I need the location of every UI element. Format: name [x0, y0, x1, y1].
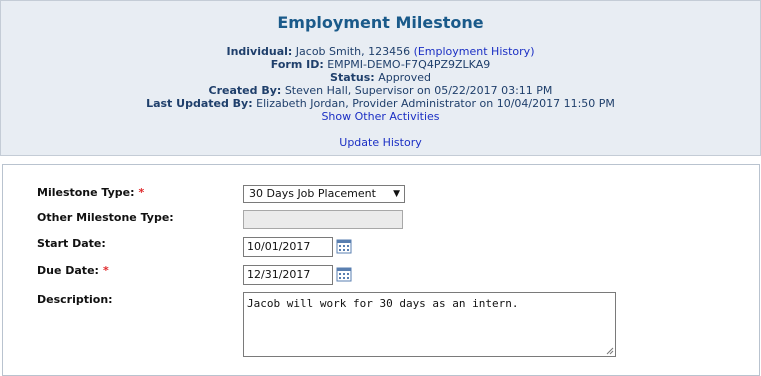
- page-title: Employment Milestone: [277, 13, 484, 32]
- milestone-type-select[interactable]: 30 Days Job Placement ▼: [243, 185, 405, 203]
- created-by-value: Steven Hall, Supervisor on 05/22/2017 03…: [284, 84, 553, 97]
- form-id-line: Form ID: EMPMI-DEMO-F7Q4PZ9ZLKA9: [0, 58, 761, 71]
- calendar-icon[interactable]: [336, 238, 352, 254]
- other-milestone-type-input: [243, 210, 403, 229]
- due-date-input[interactable]: 12/31/2017: [243, 265, 333, 285]
- description-textarea[interactable]: Jacob will work for 30 days as an intern…: [243, 292, 616, 357]
- individual-label: Individual:: [226, 45, 293, 58]
- required-marker: *: [102, 264, 109, 277]
- due-date-label: Due Date: *: [37, 264, 109, 277]
- resize-handle-icon[interactable]: [606, 347, 614, 355]
- show-other-activities-link[interactable]: Show Other Activities: [321, 110, 439, 123]
- created-by-label: Created By:: [208, 84, 282, 97]
- form-id-value: EMPMI-DEMO-F7Q4PZ9ZLKA9: [327, 58, 491, 71]
- status-line: Status: Approved: [0, 71, 761, 84]
- description-text: Jacob will work for 30 days as an intern…: [247, 297, 519, 310]
- last-updated-label: Last Updated By:: [146, 97, 253, 110]
- description-label: Description:: [37, 293, 113, 306]
- status-label: Status:: [330, 71, 375, 84]
- other-milestone-type-label: Other Milestone Type:: [37, 211, 174, 224]
- milestone-type-label: Milestone Type: *: [37, 186, 144, 199]
- milestone-type-label-text: Milestone Type:: [37, 186, 135, 199]
- start-date-label: Start Date:: [37, 237, 106, 250]
- required-marker: *: [138, 186, 145, 199]
- form-id-label: Form ID:: [270, 58, 324, 71]
- update-history-link[interactable]: Update History: [339, 136, 421, 149]
- milestone-type-selected-value: 30 Days Job Placement: [249, 187, 376, 200]
- due-date-label-text: Due Date:: [37, 264, 99, 277]
- individual-line: Individual: Jacob Smith, 123456 (Employm…: [0, 45, 761, 58]
- last-updated-line: Last Updated By: Elizabeth Jordan, Provi…: [0, 97, 761, 110]
- dropdown-arrow-icon: ▼: [393, 189, 400, 199]
- created-by-line: Created By: Steven Hall, Supervisor on 0…: [0, 84, 761, 97]
- employment-history-link[interactable]: (Employment History): [414, 45, 535, 58]
- start-date-input[interactable]: 10/01/2017: [243, 237, 333, 257]
- individual-value: Jacob Smith, 123456: [295, 45, 411, 58]
- status-value: Approved: [378, 71, 431, 84]
- last-updated-value: Elizabeth Jordan, Provider Administrator…: [256, 97, 615, 110]
- calendar-icon[interactable]: [336, 266, 352, 282]
